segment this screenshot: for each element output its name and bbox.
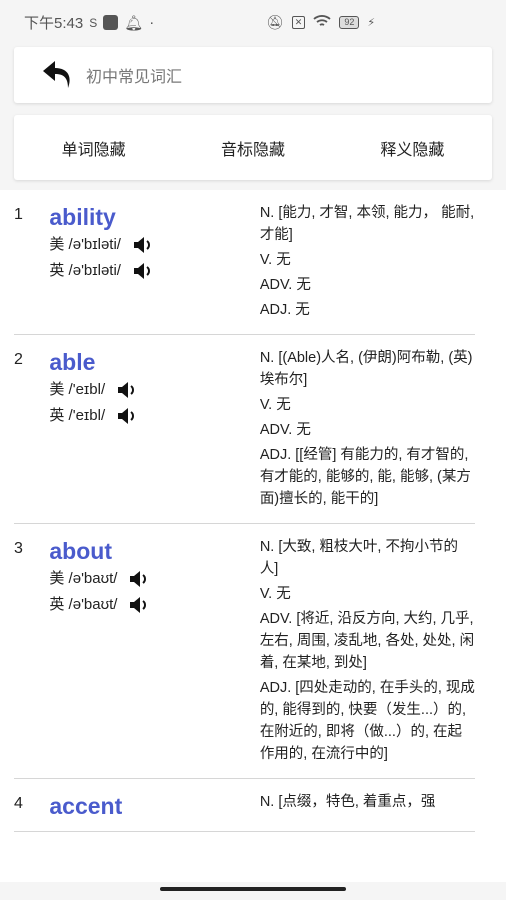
definition: V. 无 [259,397,291,413]
uk-phonetic-text: 英 /'eɪbl/ [49,407,106,424]
word-entry[interactable]: 3 about 美 /ə'baʊt/英 /ə'baʊt/ N. [大致, 粗枝大叶… [14,524,475,779]
bell-icon: 🔔︎ [124,14,144,32]
uk-phonetic-text: 英 /ə'bɪləti/ [49,262,121,279]
us-phonetic-text: 美 /ə'baʊt/ [49,570,118,587]
entry-index: 1 [14,206,23,223]
entry-word: accent [49,793,123,819]
hide-word-button[interactable]: 单词隐藏 [56,135,132,161]
entry-word: ability [49,204,116,230]
entry-index: 4 [14,795,23,812]
wifi-icon [313,14,331,31]
us-phonetic: 美 /'eɪbl/ [49,377,259,403]
speaker-icon[interactable] [129,596,149,614]
definition: ADV. 无 [259,422,311,438]
definition: ADJ. [[经管] 有能力的, 有才智的, 有才能的, 能够的, 能, 能够,… [259,447,471,507]
word-entry[interactable]: 4 accent N. [点缀，特色, 着重点，强 [14,779,475,832]
entry-index: 2 [14,351,23,368]
definition: N. [(Able)人名, (伊朗)阿布勒, (英)埃布尔] [259,350,473,388]
definitions: N. [能力, 才智, 本领, 能力， 能耐, 才能] V. 无 ADV. 无 ADJ… [260,202,475,324]
entry-index: 3 [14,540,23,557]
us-phonetic: 美 /ə'bɪləti/ [49,232,259,258]
entry-word: about [49,538,112,564]
definition: ADJ. [四处走动的, 在手头的, 现成的, 能得到的, 快要（发生...）的… [259,680,475,762]
home-indicator[interactable] [160,887,346,891]
dot-icon: · [149,14,155,31]
status-bar: 下午5:43 S 🔔︎ · 🔕︎ ✕ 92 ⚡︎ [0,0,506,45]
sync-icon: S [89,15,98,30]
header-bar: 初中常见词汇 [14,47,492,103]
definitions: N. [大致, 粗枝大叶, 不拘小节的人] V. 无 ADV. [将近, 沿反方向,… [260,536,475,768]
speaker-icon[interactable] [117,407,137,425]
word-list[interactable]: 1 ability 美 /ə'bɪləti/英 /ə'bɪləti/ N. [能力… [0,190,506,882]
definition: N. [能力, 才智, 本领, 能力， 能耐, 才能] [259,205,475,243]
word-entry[interactable]: 2 able 美 /'eɪbl/英 /'eɪbl/ N. [(Able)人名, (… [14,335,475,524]
page-title: 初中常见词汇 [86,69,183,86]
definitions: N. [(Able)人名, (伊朗)阿布勒, (英)埃布尔] V. 无 ADV. 无… [260,347,475,513]
uk-phonetic-text: 英 /ə'baʊt/ [49,596,118,613]
battery-icon: 92 [339,16,360,29]
speaker-icon[interactable] [129,570,149,588]
speaker-icon[interactable] [133,236,153,254]
hide-definition-button[interactable]: 释义隐藏 [374,135,450,161]
definition: ADJ. 无 [259,302,310,318]
back-button[interactable] [38,55,78,95]
uk-phonetic: 英 /ə'bɪləti/ [49,258,259,284]
app-notification-icon [103,15,119,30]
entry-word: able [49,349,96,375]
definition: V. 无 [259,586,291,602]
charging-icon: ⚡︎ [367,17,376,29]
definitions: N. [点缀，特色, 着重点，强 [260,791,475,821]
speaker-icon[interactable] [117,381,137,399]
toggle-bar: 单词隐藏 音标隐藏 释义隐藏 [14,115,492,180]
status-time: 下午5:43 [24,15,84,32]
back-arrow-icon [43,61,70,88]
definition: N. [点缀，特色, 着重点，强 [259,794,436,810]
us-phonetic-text: 美 /'eɪbl/ [49,381,106,398]
definition: N. [大致, 粗枝大叶, 不拘小节的人] [259,539,458,577]
us-phonetic-text: 美 /ə'bɪləti/ [49,236,121,253]
uk-phonetic: 英 /'eɪbl/ [49,403,259,429]
no-sim-icon: ✕ [291,16,306,29]
mute-icon: 🔕︎ [266,14,284,30]
definition: ADV. [将近, 沿反方向, 大约, 几乎, 左右, 周围, 凌乱地, 各处,… [259,611,475,671]
definition: ADV. 无 [259,277,311,293]
us-phonetic: 美 /ə'baʊt/ [49,566,259,592]
hide-phonetic-button[interactable]: 音标隐藏 [215,135,291,161]
speaker-icon[interactable] [133,262,153,280]
uk-phonetic: 英 /ə'baʊt/ [49,592,259,618]
word-entry[interactable]: 1 ability 美 /ə'bɪləti/英 /ə'bɪləti/ N. [能力… [14,190,475,335]
definition: V. 无 [259,252,291,268]
